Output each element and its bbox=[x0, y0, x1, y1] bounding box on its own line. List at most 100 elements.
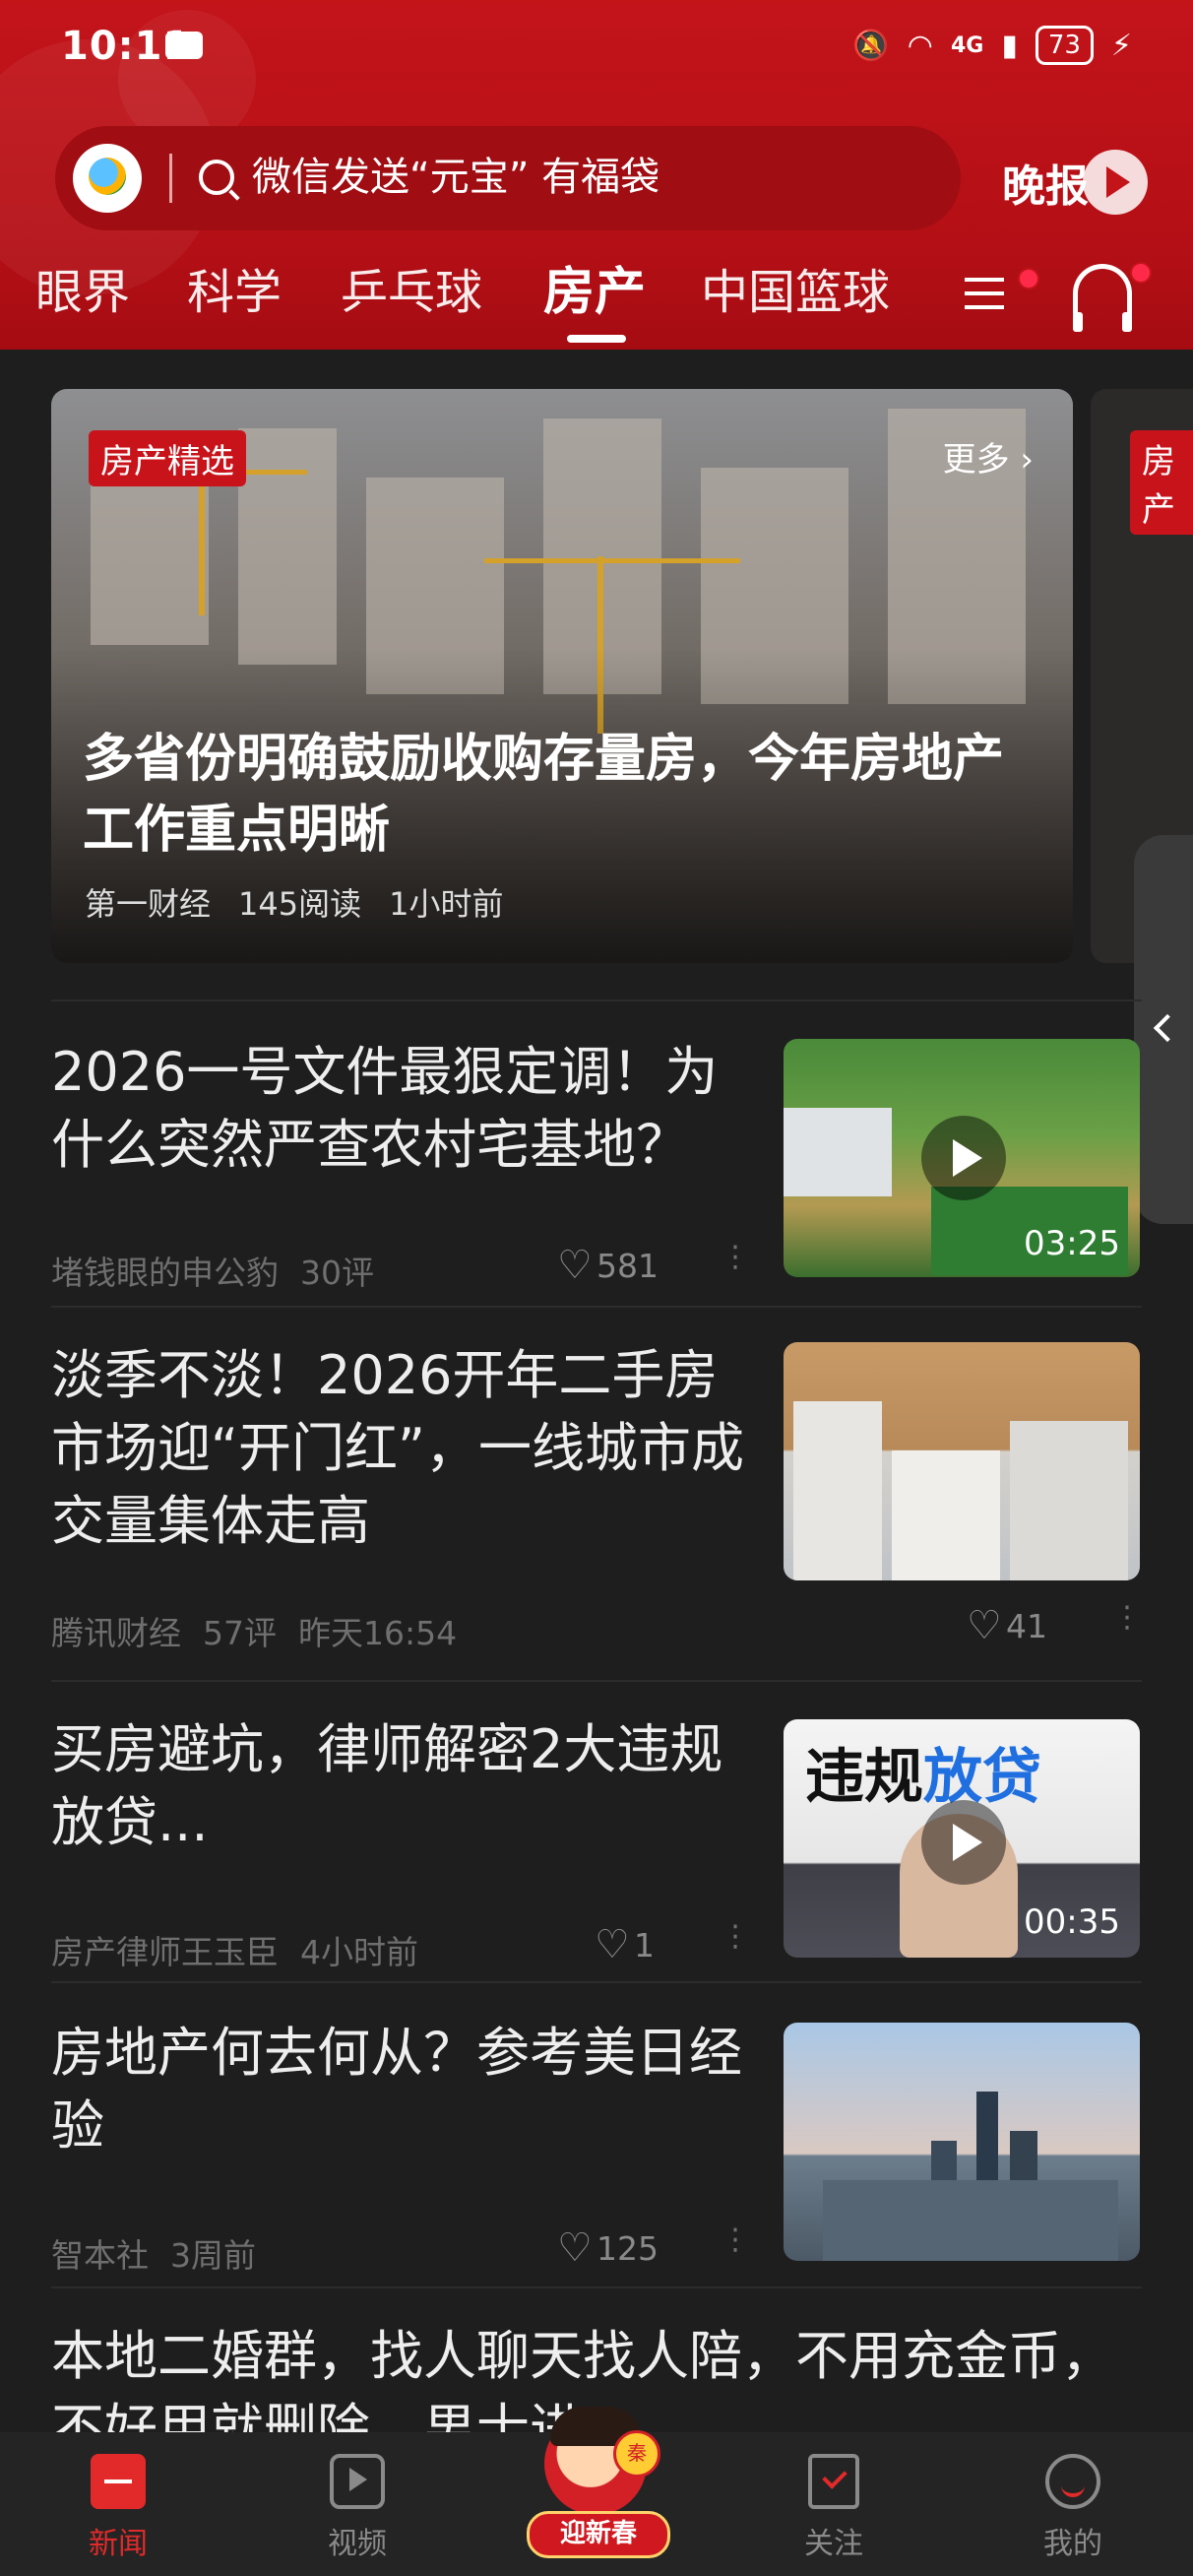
play-icon bbox=[921, 1800, 1006, 1885]
channel-menu-icon[interactable] bbox=[965, 274, 1008, 313]
active-tab-indicator bbox=[567, 335, 626, 343]
camera-icon bbox=[165, 32, 203, 59]
divider bbox=[51, 1981, 1142, 1983]
news-title: 买房避坑，律师解密2大违规放贷... bbox=[51, 1718, 723, 1853]
divider bbox=[169, 154, 172, 203]
like-button[interactable]: 125 bbox=[557, 2225, 659, 2271]
video-icon bbox=[330, 2454, 385, 2509]
harvester-shape bbox=[784, 1108, 892, 1196]
nav-new-year-label: 迎新春 bbox=[527, 2511, 670, 2558]
news-source: 堵钱眼的申公豹 bbox=[51, 1254, 279, 1292]
more-options-icon[interactable]: ⋮ bbox=[721, 1243, 750, 1272]
evening-paper-label: 晚报 bbox=[1002, 161, 1089, 212]
like-button[interactable]: 41 bbox=[967, 1603, 1047, 1648]
me-icon bbox=[1045, 2454, 1100, 2509]
nav-follow-label: 关注 bbox=[804, 2527, 863, 2561]
crane-shape bbox=[199, 468, 205, 615]
follow-icon bbox=[808, 2454, 859, 2509]
nav-video[interactable]: 视频 bbox=[283, 2454, 431, 2562]
signal-icon: ▮ bbox=[1001, 28, 1018, 63]
wifi-icon: ◠ bbox=[907, 28, 933, 63]
building-model-shape bbox=[892, 1450, 1000, 1580]
news-title: 2026一号文件最狠定调！为什么突然严查农村宅基地？ bbox=[51, 1041, 719, 1176]
heart-icon bbox=[967, 1603, 1002, 1648]
charging-icon: ⚡ bbox=[1110, 28, 1132, 63]
play-icon bbox=[1083, 150, 1148, 215]
nav-video-label: 视频 bbox=[328, 2527, 387, 2561]
status-bar: 10:11 🔕 ◠ 4G ▮ 73 ⚡ bbox=[0, 0, 1193, 98]
like-count: 1 bbox=[634, 1926, 655, 1964]
featured-source: 第一财经 bbox=[85, 885, 212, 923]
search-placeholder: 微信发送“元宝” 有福袋 bbox=[252, 155, 660, 200]
news-title: 淡季不淡！2026开年二手房市场迎“开门红”，一线城市成交量集体走高 bbox=[51, 1344, 744, 1552]
more-link[interactable]: 更多 › bbox=[943, 432, 1034, 481]
next-featured-badge: 房产 bbox=[1130, 430, 1193, 535]
featured-card[interactable]: 房产精选 更多 › 多省份明确鼓励收购存量房，今年房地产工作重点明晰 第一财经 1… bbox=[51, 389, 1073, 963]
news-time: 3周前 bbox=[170, 2236, 256, 2275]
nav-news-label: 新闻 bbox=[89, 2527, 148, 2561]
news-time: 昨天16:54 bbox=[298, 1614, 458, 1652]
divider bbox=[51, 999, 1142, 1001]
news-thumbnail[interactable]: 03:25 bbox=[784, 1039, 1140, 1277]
featured-title: 多省份明确鼓励收购存量房，今年房地产工作重点明晰 bbox=[83, 730, 1005, 860]
news-thumbnail[interactable]: 违规放贷 00:35 bbox=[784, 1719, 1140, 1958]
building-model-shape bbox=[1010, 1421, 1128, 1580]
more-options-icon[interactable]: ⋮ bbox=[721, 2225, 750, 2255]
news-comments: 57评 bbox=[203, 1614, 277, 1652]
like-button[interactable]: 1 bbox=[595, 1922, 655, 1967]
tab-science[interactable]: 科学 bbox=[187, 258, 282, 327]
news-source: 腾讯财经 bbox=[51, 1614, 181, 1652]
nav-news[interactable]: 新闻 bbox=[44, 2454, 192, 2562]
news-thumbnail[interactable] bbox=[784, 1342, 1140, 1580]
tab-china-basketball[interactable]: 中国篮球 bbox=[701, 258, 890, 327]
like-count: 581 bbox=[596, 1247, 659, 1285]
divider bbox=[51, 1306, 1142, 1308]
app-header: 10:11 🔕 ◠ 4G ▮ 73 ⚡ 微信发送“元宝” 有福袋 晚报 眼界 科… bbox=[0, 0, 1193, 350]
city-shape bbox=[823, 2180, 1118, 2261]
tab-real-estate[interactable]: 房产 bbox=[543, 258, 646, 327]
like-count: 41 bbox=[1006, 1607, 1047, 1645]
nav-follow[interactable]: 关注 bbox=[760, 2454, 908, 2562]
nav-new-year[interactable]: 秦 迎新春 bbox=[517, 2407, 674, 2560]
headphone-icon[interactable] bbox=[1073, 264, 1132, 332]
channel-tabs: 眼界 科学 乒乓球 房产 中国篮球 bbox=[0, 258, 1193, 347]
tab-table-tennis[interactable]: 乒乓球 bbox=[341, 258, 482, 327]
side-collapse-handle[interactable] bbox=[1134, 835, 1193, 1224]
more-options-icon[interactable]: ⋮ bbox=[1112, 1603, 1142, 1633]
evening-paper-button[interactable]: 晚报 bbox=[1002, 143, 1148, 222]
like-count: 125 bbox=[596, 2229, 659, 2268]
video-duration: 03:25 bbox=[1024, 1224, 1120, 1263]
play-icon bbox=[921, 1116, 1006, 1200]
app-logo-icon[interactable] bbox=[73, 144, 142, 213]
like-button[interactable]: 581 bbox=[557, 1243, 659, 1288]
notification-dot bbox=[1018, 268, 1039, 290]
news-meta: 堵钱眼的申公豹 30评 bbox=[51, 1247, 396, 1294]
coin-icon: 秦 bbox=[613, 2430, 660, 2478]
network-label: 4G bbox=[950, 32, 984, 58]
news-meta: 房产律师王玉臣 4小时前 bbox=[51, 1926, 440, 1973]
featured-badge: 房产精选 bbox=[89, 430, 246, 486]
news-title: 房地产何去何从？参考美日经验 bbox=[51, 2022, 742, 2157]
battery-indicator: 73 bbox=[1035, 26, 1094, 65]
more-options-icon[interactable]: ⋮ bbox=[721, 1922, 750, 1952]
search-icon bbox=[199, 160, 234, 195]
heart-icon bbox=[557, 1243, 593, 1288]
divider bbox=[51, 1680, 1142, 1682]
nav-me[interactable]: 我的 bbox=[999, 2454, 1147, 2562]
news-thumbnail[interactable] bbox=[784, 2023, 1140, 2261]
news-icon bbox=[91, 2454, 146, 2509]
news-source: 智本社 bbox=[51, 2236, 149, 2275]
building-model-shape bbox=[793, 1401, 882, 1580]
heart-icon bbox=[557, 2225, 593, 2271]
featured-reads: 145阅读 bbox=[238, 885, 362, 923]
news-meta: 智本社 3周前 bbox=[51, 2229, 278, 2277]
news-source: 房产律师王玉臣 bbox=[51, 1933, 279, 1971]
search-bar[interactable]: 微信发送“元宝” 有福袋 bbox=[55, 126, 961, 230]
featured-meta: 第一财经 145阅读 1小时前 bbox=[85, 879, 531, 925]
tab-yanjie[interactable]: 眼界 bbox=[35, 258, 130, 327]
crane-shape bbox=[484, 558, 740, 563]
news-comments: 30评 bbox=[300, 1254, 374, 1292]
featured-time: 1小时前 bbox=[389, 885, 504, 923]
video-duration: 00:35 bbox=[1024, 1902, 1120, 1942]
news-time: 4小时前 bbox=[300, 1933, 418, 1971]
